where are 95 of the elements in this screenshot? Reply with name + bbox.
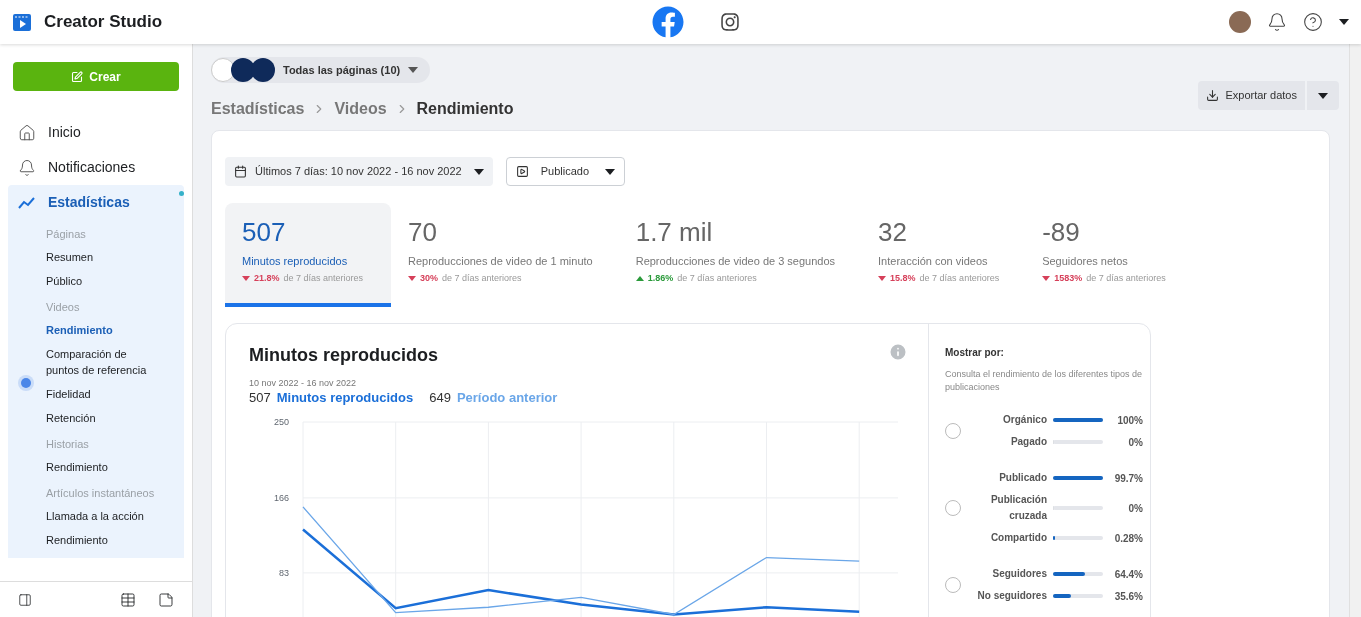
- metric-note: de 7 días anteriores: [919, 271, 1000, 285]
- legend-value: 649: [429, 389, 451, 406]
- breakdown-percent: 35.6%: [1113, 589, 1143, 604]
- metric-tab[interactable]: 70 Reproducciones de video de 1 minuto 30% de 7 días anteriores: [391, 203, 619, 307]
- app-title: Creator Studio: [44, 11, 163, 34]
- nav-subitem[interactable]: Rendimiento: [8, 528, 184, 552]
- table-icon[interactable]: [120, 591, 136, 608]
- video-icon: [515, 165, 529, 178]
- metric-change: 1.86%: [647, 271, 674, 285]
- type-dropdown[interactable]: Publicado: [505, 157, 625, 186]
- nav-subitem[interactable]: Público: [8, 269, 184, 293]
- instagram-icon[interactable]: [719, 12, 740, 32]
- breadcrumb-item: Rendimiento: [416, 99, 514, 119]
- legend-value: 507: [249, 389, 271, 406]
- breakdown-percent: 99.7%: [1113, 471, 1143, 486]
- breakdown-label: Publicado: [998, 471, 1047, 485]
- breakdown-percent: 64.4%: [1113, 567, 1143, 582]
- nav-subitem[interactable]: Retención: [8, 406, 184, 430]
- date-range-dropdown[interactable]: Últimos 7 días: 10 nov 2022 - 16 nov 2022: [225, 157, 493, 186]
- legend-label: Minutos reproducidos: [276, 389, 414, 406]
- down-arrow-icon: [408, 275, 416, 281]
- breakdown-percent: 0.28%: [1113, 531, 1143, 546]
- breakdown-label: Orgánico: [1002, 413, 1047, 427]
- caret-icon: [473, 168, 484, 175]
- breakdown-label: No seguidores: [976, 589, 1047, 603]
- help-icon[interactable]: [1303, 12, 1323, 32]
- nav-subitem[interactable]: Comparación de puntos de referencia: [8, 342, 184, 382]
- axis-label: 250: [273, 417, 289, 427]
- metric-tab[interactable]: -89 Seguidores netos 1583% de 7 días anteriores: [1025, 203, 1192, 307]
- up-arrow-icon: [635, 275, 644, 281]
- metric-change: 15.8%: [890, 271, 916, 285]
- export-button[interactable]: Exportar datos: [1198, 81, 1305, 110]
- page-selector[interactable]: Todas las páginas (10): [211, 57, 431, 83]
- section-heading: Historias: [45, 436, 90, 452]
- notifications-icon[interactable]: [1267, 12, 1287, 32]
- export-menu-button[interactable]: [1307, 81, 1339, 110]
- page-avatar: [231, 58, 255, 82]
- panel-icon[interactable]: [18, 591, 32, 608]
- facebook-icon[interactable]: [651, 6, 684, 38]
- metric-tab[interactable]: 32 Interacción con videos 15.8% de 7 días anteriores: [861, 203, 1026, 307]
- nav-item[interactable]: Estadísticas: [8, 185, 184, 220]
- breakdown-label: Seguidores: [991, 567, 1047, 581]
- stats-icon: [18, 195, 36, 210]
- metric-change: 30%: [420, 271, 438, 285]
- breakdown-description: Consulta el rendimiento de los diferentes tipos de publicaciones: [945, 368, 1143, 394]
- breakdown-label: Compartido: [989, 531, 1047, 545]
- caret-icon: [605, 168, 615, 175]
- down-arrow-icon: [242, 275, 250, 281]
- metric-tab[interactable]: 1.7 mil Reproducciones de video de 3 segundos 1.86% de 7 días anteriores: [618, 203, 862, 307]
- metric-note: de 7 días anteriores: [283, 271, 364, 285]
- bell-icon: [18, 158, 36, 177]
- home-icon: [18, 123, 36, 142]
- breakdown-percent: 0%: [1127, 501, 1143, 516]
- breadcrumb-item[interactable]: Videos: [334, 97, 387, 121]
- nav-subitem[interactable]: Rendimiento: [8, 318, 184, 342]
- caret-icon: [1318, 92, 1328, 99]
- breakdown-percent: 100%: [1116, 413, 1143, 428]
- axis-label: 166: [273, 492, 289, 503]
- page-avatar: [251, 58, 275, 82]
- metric-change: 1583%: [1054, 271, 1083, 285]
- axis-label: 83: [279, 567, 289, 578]
- nav-subitem[interactable]: Rendimiento: [8, 455, 184, 479]
- scrollbar[interactable]: [1349, 44, 1361, 617]
- caret-icon: [408, 67, 419, 73]
- down-arrow-icon: [1042, 275, 1051, 281]
- metric-tab[interactable]: 507 Minutos reproducidos 21.8% de 7 días anteriores: [225, 203, 391, 307]
- metric-change: 21.8%: [254, 271, 280, 285]
- download-icon: [1206, 89, 1220, 102]
- breadcrumb-item[interactable]: Estadísticas: [211, 97, 305, 121]
- breakdown-title: Mostrar por:: [945, 346, 1005, 360]
- clapperboard-icon: [12, 12, 32, 32]
- chart-title: Minutos reproducidos: [249, 344, 438, 367]
- metric-note: de 7 días anteriores: [442, 271, 522, 285]
- breakdown-label: Publicación cruzada: [989, 493, 1047, 523]
- nav-item[interactable]: Notificaciones: [8, 150, 184, 185]
- section-heading: Páginas: [45, 226, 87, 242]
- menu-caret-icon: [1339, 19, 1349, 25]
- avatar[interactable]: [1229, 11, 1251, 33]
- down-arrow-icon: [878, 275, 887, 281]
- breakdown-label: Pagado: [1009, 435, 1047, 449]
- metric-note: de 7 días anteriores: [1086, 271, 1166, 285]
- section-heading: Videos: [45, 299, 81, 315]
- nav-subitem[interactable]: Llamada a la acción: [8, 504, 184, 528]
- metric-note: de 7 días anteriores: [677, 271, 757, 285]
- edit-icon: [71, 70, 84, 83]
- section-heading: Artículos instantáneos: [45, 485, 156, 501]
- legend-label: Período anterior: [456, 389, 558, 406]
- nav-subitem[interactable]: Fidelidad: [8, 382, 184, 406]
- date-range: 10 nov 2022 - 16 nov 2022: [249, 378, 358, 389]
- nav-item[interactable]: Inicio: [8, 115, 184, 150]
- page-avatar: [211, 58, 235, 82]
- nav-subitem[interactable]: Resumen: [8, 245, 184, 269]
- note-icon[interactable]: [158, 591, 174, 608]
- calendar-icon: [234, 165, 247, 178]
- breakdown-percent: 0%: [1127, 435, 1143, 450]
